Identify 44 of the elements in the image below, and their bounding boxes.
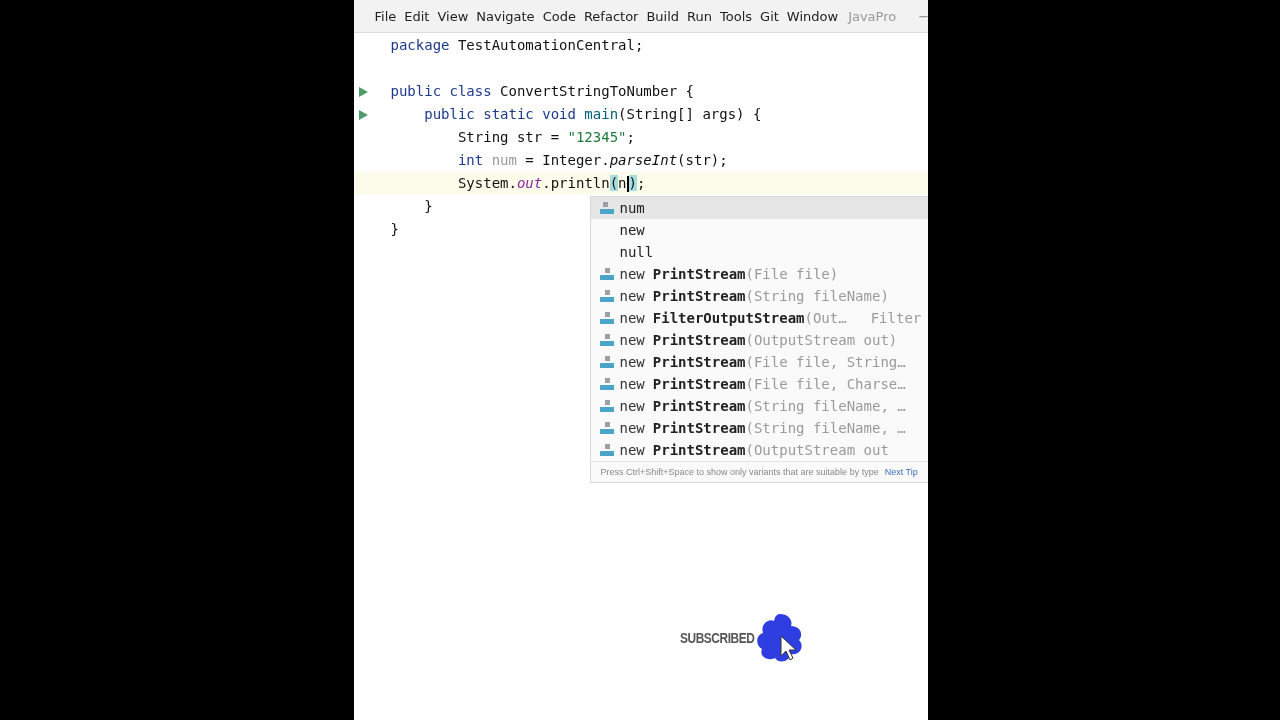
subscribed-label: SUBSCRIBED — [679, 630, 754, 646]
menu-item[interactable]: View — [437, 8, 469, 24]
hint-text: Press Ctrl+Shift+Space to show only variants that are suitable by type — [600, 467, 879, 477]
code-line: package TestAutomationCentral; — [389, 36, 644, 55]
menu-item[interactable]: Navigate — [476, 8, 535, 24]
completion-item[interactable]: new PrintStream(OutputStream out) — [590, 329, 928, 351]
completion-item[interactable]: num — [590, 197, 928, 219]
completion-item[interactable]: new PrintStream(OutputStream out — [590, 439, 928, 461]
code-line: String str = "12345"; — [456, 128, 635, 147]
completion-item[interactable]: new FilterOutputStream(Out… Filter — [590, 307, 928, 329]
completion-item[interactable]: new PrintStream(File file, String… — [590, 351, 928, 373]
constructor-icon — [598, 443, 615, 457]
constructor-icon — [598, 333, 615, 347]
constructor-icon — [598, 355, 615, 369]
constructor-icon — [598, 421, 615, 435]
constructor-icon — [598, 289, 615, 303]
menu-item[interactable]: Run — [687, 8, 713, 24]
menu-item[interactable]: Code — [542, 8, 576, 24]
menu-item[interactable]: Build — [646, 8, 680, 24]
menu-item[interactable]: Tools — [720, 8, 753, 24]
menu-item[interactable]: Window — [786, 8, 839, 24]
constructor-icon — [598, 377, 615, 391]
variable-icon — [598, 201, 615, 215]
completion-item[interactable]: null — [590, 241, 928, 263]
completion-item[interactable]: new PrintStream(String fileName, … — [590, 417, 928, 439]
code-line: public static void main(String[] args) { — [353, 103, 762, 126]
completion-item[interactable]: new PrintStream(String fileName) — [590, 285, 928, 307]
completion-item[interactable]: new — [590, 219, 928, 241]
code-line: public class ConvertStringToNumber { — [353, 57, 694, 103]
code-line: } — [389, 220, 399, 239]
constructor-icon — [598, 267, 615, 281]
completion-item[interactable]: new PrintStream(File file, Charse… — [590, 373, 928, 395]
menu-item[interactable]: File — [374, 8, 397, 24]
completion-item[interactable]: new PrintStream(String fileName, … — [590, 395, 928, 417]
next-tip-link[interactable]: Next Tip — [884, 467, 918, 477]
menu-item[interactable]: Refactor — [583, 8, 639, 24]
constructor-icon — [598, 399, 615, 413]
menu-item[interactable]: Edit — [404, 8, 430, 24]
code-line: } — [423, 197, 433, 216]
code-line: int num = Integer.parseInt(str); — [456, 151, 728, 170]
menu-item[interactable]: Git — [760, 8, 779, 24]
project-name: JavaPro — [848, 8, 897, 24]
constructor-icon — [598, 311, 615, 325]
completion-item[interactable]: new PrintStream(File file) — [590, 263, 928, 285]
